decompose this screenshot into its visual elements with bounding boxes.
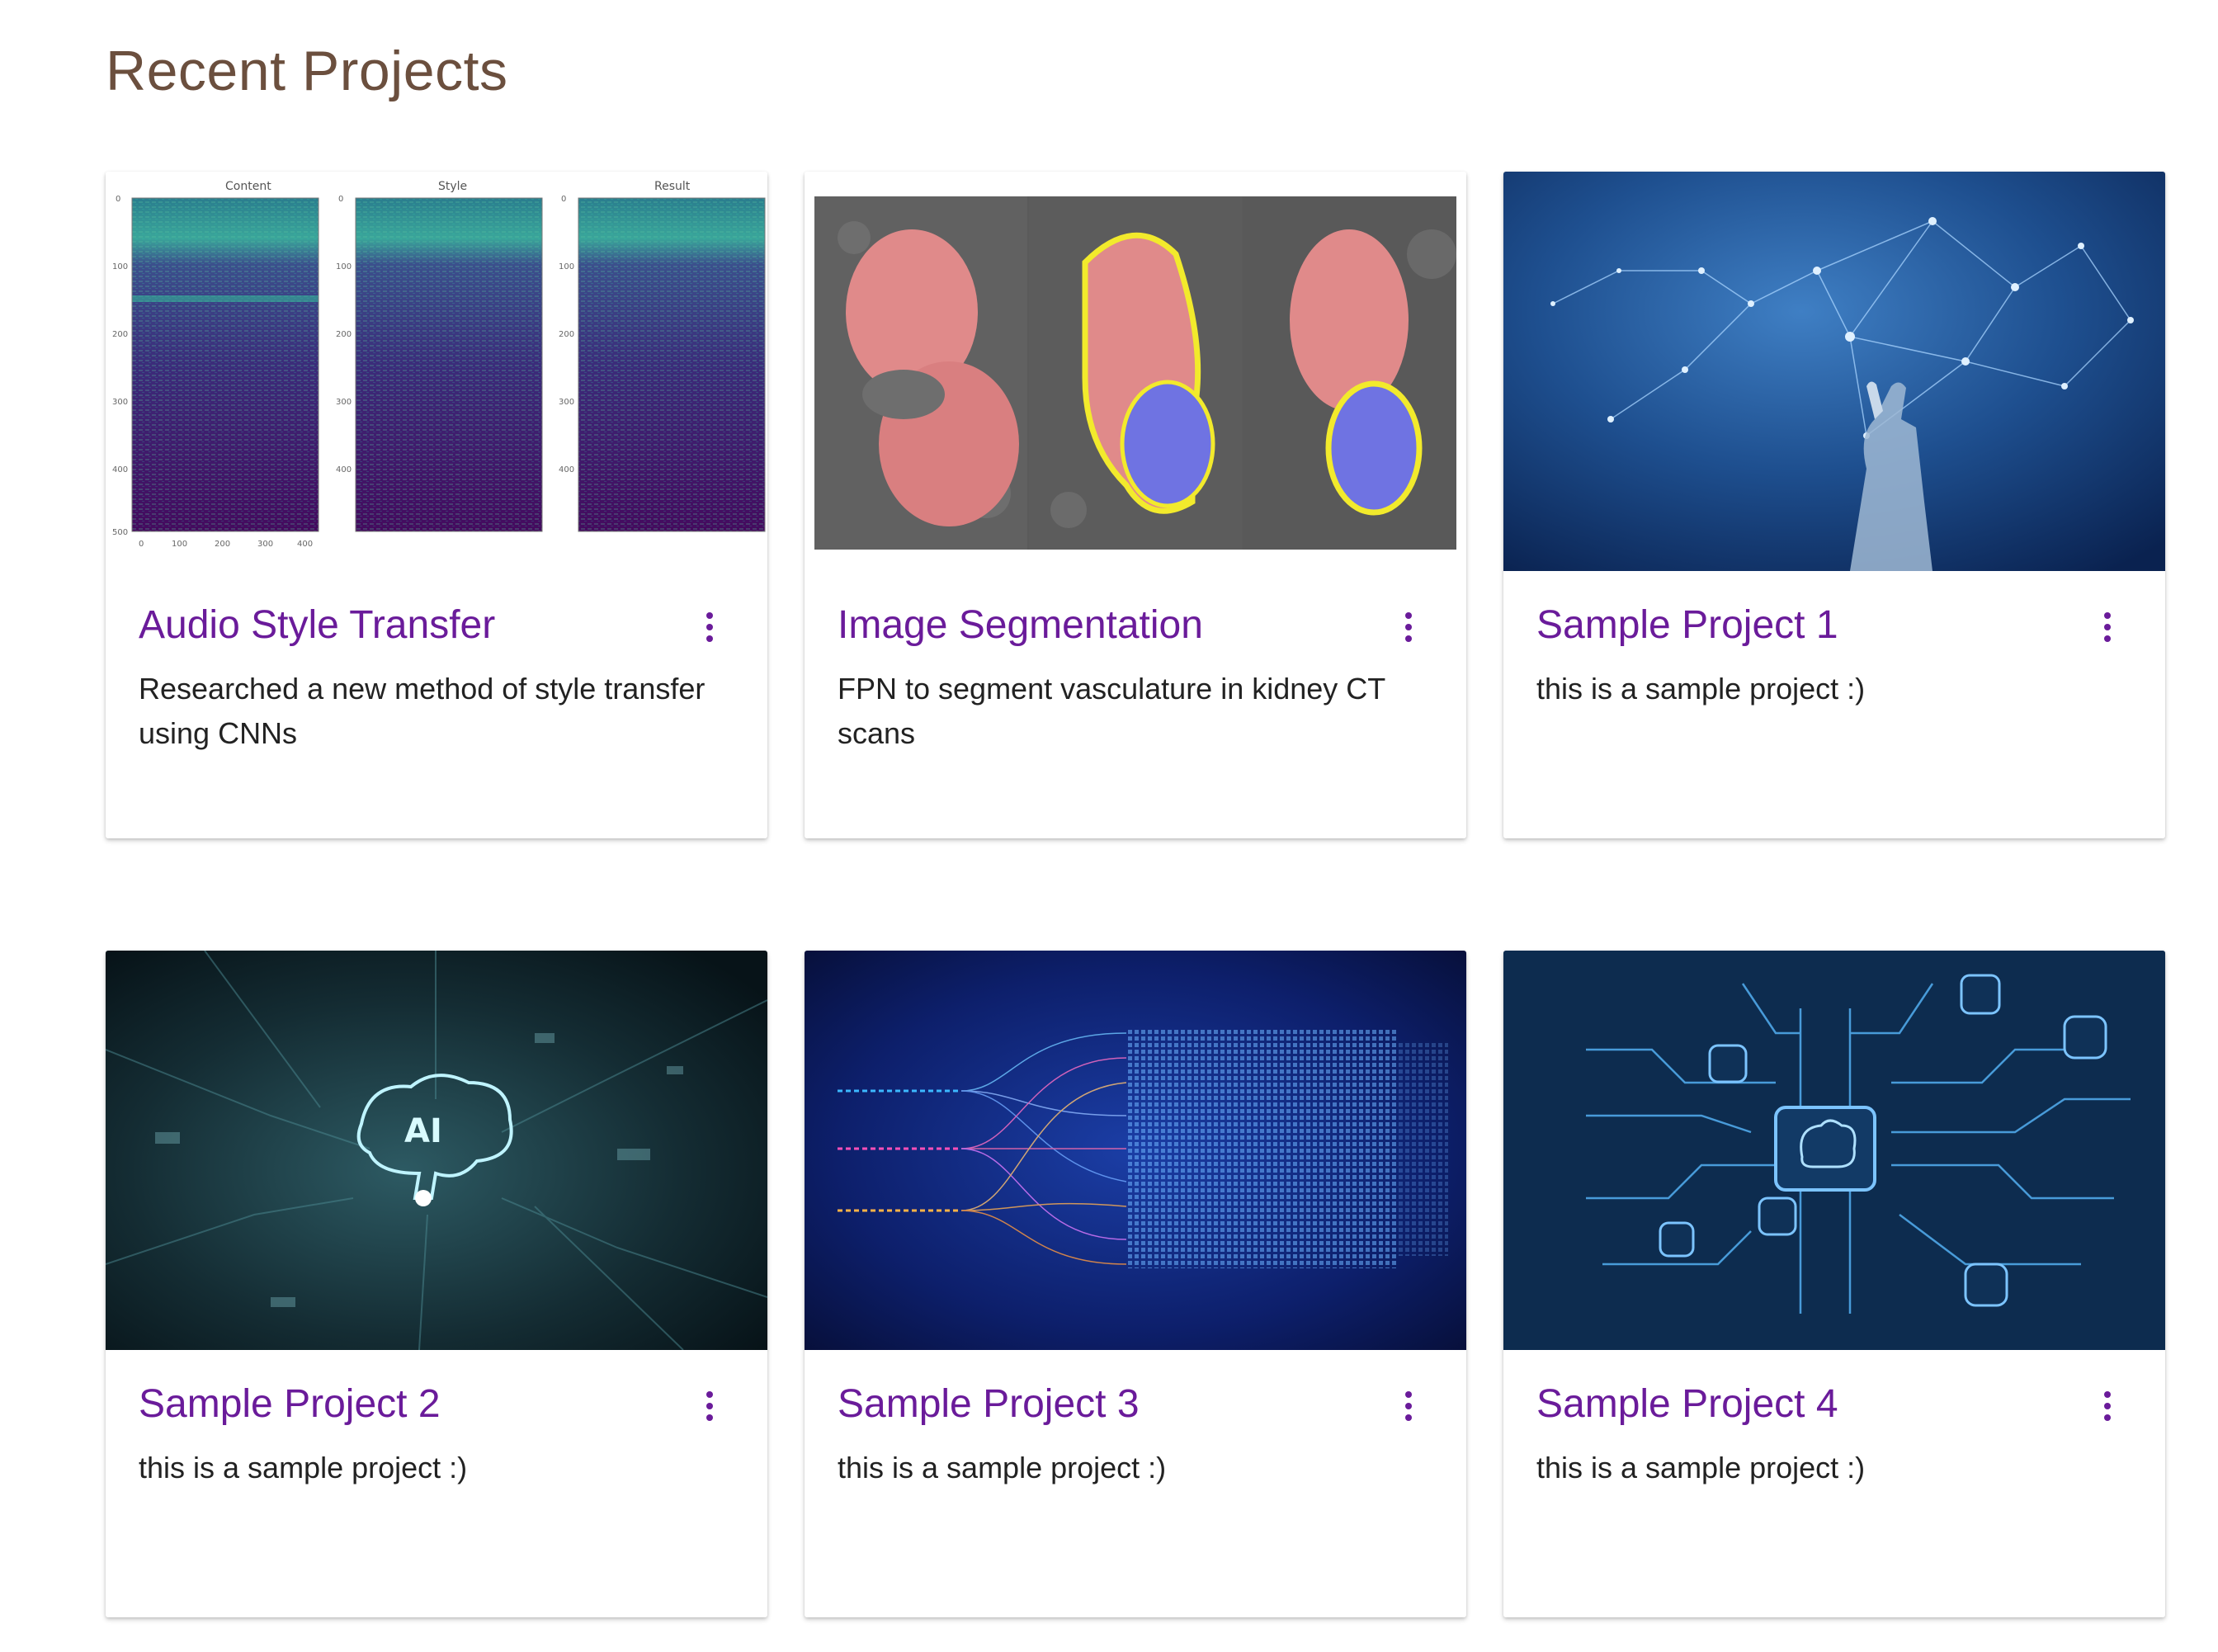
project-card[interactable]: Sample Project 4 this is a sample projec… xyxy=(1503,951,2165,1617)
svg-text:0: 0 xyxy=(561,195,566,204)
svg-text:400: 400 xyxy=(297,540,313,549)
project-image-robot xyxy=(1503,172,2165,571)
more-vert-icon xyxy=(1405,1391,1412,1421)
more-vert-icon xyxy=(2104,612,2111,642)
project-card[interactable]: Sample Project 1 this is a sample projec… xyxy=(1503,172,2165,838)
svg-text:100: 100 xyxy=(336,262,352,271)
more-options-button[interactable] xyxy=(687,602,733,652)
svg-text:400: 400 xyxy=(559,465,574,474)
kidney-ct-image xyxy=(805,172,1466,571)
card-description: this is a sample project :) xyxy=(1536,1451,1866,1484)
svg-text:300: 300 xyxy=(257,540,273,549)
svg-text:AI: AI xyxy=(404,1112,442,1150)
svg-text:0: 0 xyxy=(116,195,120,204)
svg-text:400: 400 xyxy=(336,465,352,474)
card-title[interactable]: Sample Project 4 xyxy=(1536,1378,1838,1431)
data-streams-image xyxy=(805,951,1466,1350)
more-options-button[interactable] xyxy=(687,1381,733,1431)
panel-label-content: Content xyxy=(225,180,271,193)
svg-text:100: 100 xyxy=(172,540,187,549)
svg-text:300: 300 xyxy=(112,398,128,407)
brain-chip xyxy=(1774,1106,1876,1192)
svg-text:0: 0 xyxy=(338,195,343,204)
card-description: this is a sample project :) xyxy=(1536,672,1866,706)
page-title: Recent Projects xyxy=(106,40,508,102)
project-card[interactable]: Content Style Result 0100200 3004005 xyxy=(106,172,767,838)
card-title[interactable]: Image Segmentation xyxy=(838,599,1203,652)
more-vert-icon xyxy=(1405,612,1412,642)
card-title[interactable]: Sample Project 2 xyxy=(139,1378,441,1431)
svg-text:500: 500 xyxy=(112,528,128,537)
more-vert-icon xyxy=(2104,1391,2111,1421)
card-description: Researched a new method of style transfe… xyxy=(139,672,706,750)
svg-text:0: 0 xyxy=(139,540,144,549)
card-description: this is a sample project :) xyxy=(838,1451,1167,1484)
card-title[interactable]: Audio Style Transfer xyxy=(139,599,495,652)
spectrogram-image: Content Style Result 0100200 300400500 0… xyxy=(106,172,767,571)
svg-text:200: 200 xyxy=(336,330,352,339)
brain-circuit-image xyxy=(1503,951,2165,1350)
card-description: this is a sample project :) xyxy=(139,1451,468,1484)
robot-network-image xyxy=(1503,172,2165,571)
svg-text:400: 400 xyxy=(112,465,128,474)
svg-text:200: 200 xyxy=(559,330,574,339)
panel-label-style: Style xyxy=(438,180,467,193)
more-vert-icon xyxy=(706,1391,713,1421)
svg-text:300: 300 xyxy=(336,398,352,407)
more-vert-icon xyxy=(706,612,713,642)
more-options-button[interactable] xyxy=(2084,602,2131,652)
svg-text:100: 100 xyxy=(559,262,574,271)
panel-label-result: Result xyxy=(654,180,691,193)
card-title[interactable]: Sample Project 1 xyxy=(1536,599,1838,652)
project-image-brain-circuit xyxy=(1503,951,2165,1350)
more-options-button[interactable] xyxy=(1385,1381,1432,1431)
svg-text:200: 200 xyxy=(112,330,128,339)
project-card[interactable]: Image Segmentation FPN to segment vascul… xyxy=(805,172,1466,838)
more-options-button[interactable] xyxy=(1385,602,1432,652)
more-options-button[interactable] xyxy=(2084,1381,2131,1431)
project-image-ai-brain: AI xyxy=(106,951,767,1350)
project-image-spectrogram: Content Style Result 0100200 3004005 xyxy=(106,172,767,571)
svg-text:100: 100 xyxy=(112,262,128,271)
project-card[interactable]: AI Sample Project 2 this is a sample pro… xyxy=(106,951,767,1617)
svg-text:200: 200 xyxy=(215,540,230,549)
project-card[interactable]: Sample Project 3 this is a sample projec… xyxy=(805,951,1466,1617)
project-image-data-streams xyxy=(805,951,1466,1350)
card-title[interactable]: Sample Project 3 xyxy=(838,1378,1140,1431)
ai-brain-image: AI xyxy=(106,951,767,1350)
card-description: FPN to segment vasculature in kidney CT … xyxy=(838,672,1385,750)
svg-text:300: 300 xyxy=(559,398,574,407)
project-image-segmentation xyxy=(805,172,1466,571)
